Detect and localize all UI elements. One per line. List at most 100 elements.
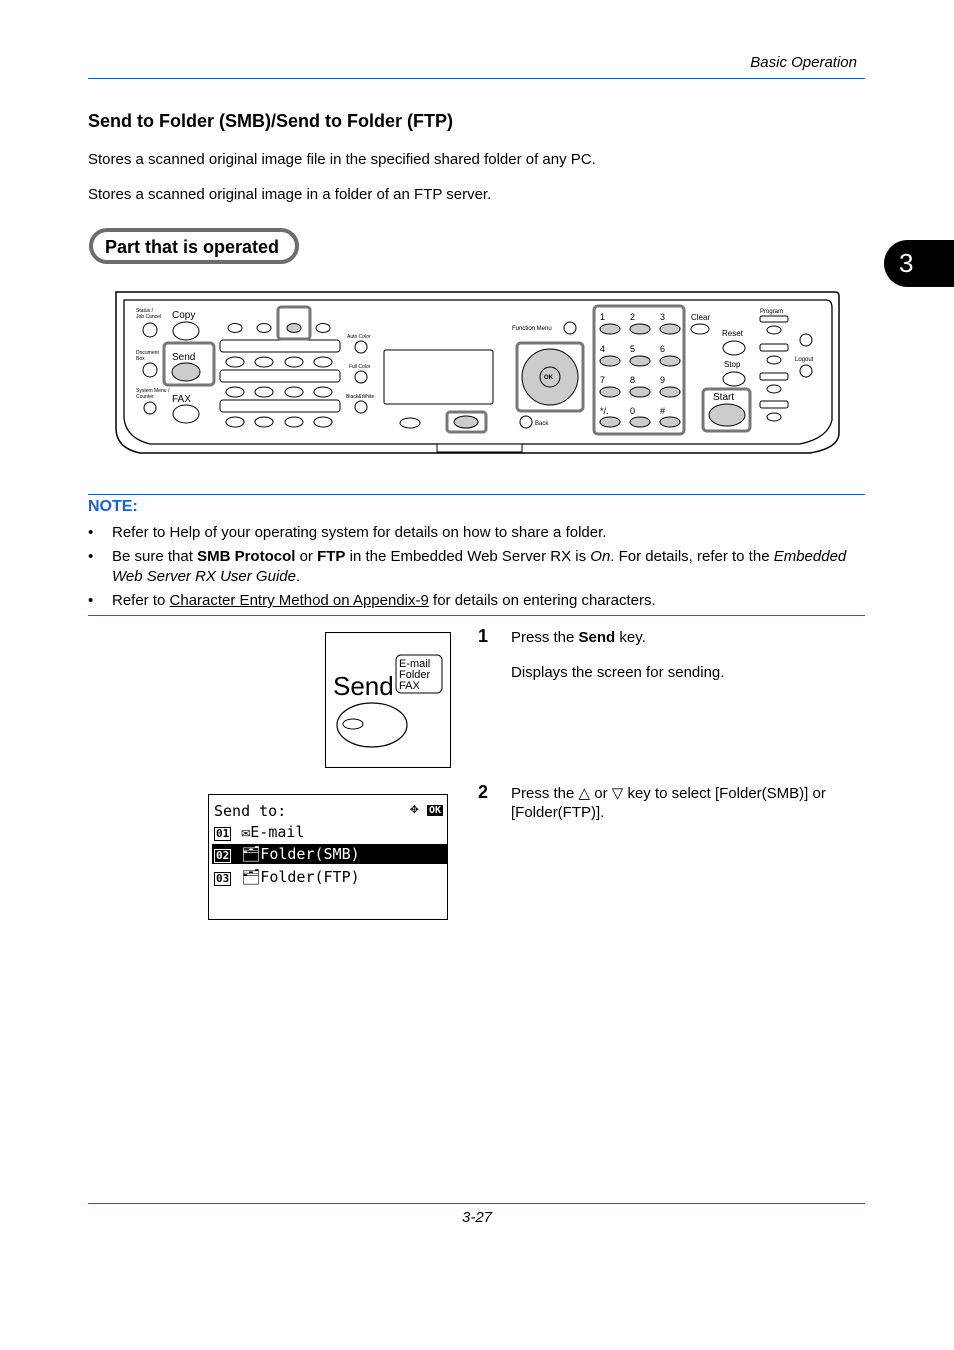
- reset-label: Reset: [722, 329, 744, 338]
- note-item: • Be sure that SMB Protocol or FTP in th…: [88, 547, 865, 587]
- svg-text:Black&White: Black&White: [346, 394, 375, 400]
- stop-label: Stop: [724, 360, 741, 369]
- lcd-item-label: Folder(FTP): [260, 868, 360, 886]
- status-job-cancel-key: [142, 322, 158, 338]
- svg-text:0: 0: [630, 406, 635, 416]
- note-text-fragment: FTP: [317, 548, 346, 565]
- note-text-fragment: On: [590, 548, 611, 565]
- one-touch-keys: [219, 305, 341, 428]
- envelope-icon: ✉: [241, 823, 251, 841]
- note-text-fragment: for details on entering characters.: [428, 592, 656, 609]
- note-text-fragment: Refer to Help of your operating system f…: [112, 524, 607, 541]
- step-detail: Displays the screen for sending.: [511, 664, 725, 681]
- svg-text:Job Cancel: Job Cancel: [136, 314, 161, 320]
- energy-saver-key: [799, 333, 813, 347]
- lcd-screen: Send to: ✥ OK 01 ✉E-mail 02 🗂Folder(SMB) 0…: [208, 794, 448, 920]
- note-item-text: Refer to Help of your operating system f…: [112, 523, 852, 543]
- part-operated-label: Part that is operated: [89, 228, 299, 264]
- note-bottom-rule: [88, 615, 865, 616]
- fax-key: [172, 404, 200, 424]
- lcd-item-selected[interactable]: 02 🗂Folder(SMB): [212, 844, 447, 864]
- svg-text:4: 4: [600, 344, 605, 354]
- svg-text:8: 8: [630, 375, 635, 385]
- function-menu-label: Function Menu: [512, 326, 552, 332]
- note-item-text: Be sure that SMB Protocol or FTP in the …: [112, 547, 852, 587]
- note-text-fragment: .: [295, 568, 301, 585]
- back-label: Back: [535, 421, 549, 427]
- step-text-post: key.: [615, 629, 646, 646]
- note-text-fragment: Refer to: [112, 592, 170, 609]
- send-key-indicator: [342, 718, 364, 730]
- send-key: [171, 362, 201, 382]
- step-text: Press the Send key.: [511, 628, 861, 647]
- svg-text:5: 5: [630, 344, 635, 354]
- running-header: Basic Operation: [750, 54, 857, 71]
- logout-key: [799, 364, 813, 378]
- left-select-key: [399, 417, 421, 429]
- svg-text:2: 2: [630, 312, 635, 322]
- svg-text:OK: OK: [544, 375, 554, 381]
- intro-paragraph-2: Stores a scanned original image in a fol…: [88, 186, 492, 203]
- copy-label: Copy: [172, 310, 195, 321]
- folder-ftp-icon: 🗂: [241, 868, 261, 886]
- lcd-item-number: 02: [214, 849, 232, 863]
- header-rule: [88, 78, 865, 79]
- svg-text:3: 3: [660, 312, 665, 322]
- note-item: • Refer to Character Entry Method on App…: [88, 591, 865, 611]
- chapter-tab: 3: [884, 240, 954, 287]
- step-number: 1: [478, 626, 489, 646]
- svg-text:Auto Color: Auto Color: [347, 334, 371, 340]
- part-operated-text: Part that is operated: [105, 237, 280, 257]
- step-number: 2: [478, 782, 489, 802]
- logout-label: Logout: [795, 357, 814, 363]
- chapter-number: 3: [899, 248, 914, 278]
- copy-key: [172, 321, 200, 341]
- svg-text:1: 1: [600, 312, 605, 322]
- color-keys: Auto Color Full Color Black&White: [346, 334, 375, 414]
- note-text-fragment: or: [295, 548, 318, 565]
- send-key-illustration: Send E-mail Folder FAX: [325, 632, 451, 768]
- note-title: NOTE:: [88, 498, 138, 515]
- mode-keys: Copy Send FAX: [162, 310, 216, 424]
- cross-reference-link[interactable]: Character Entry Method on Appendix-9: [170, 592, 429, 609]
- operation-panel-diagram: Status / Job Cancel Document Box System …: [115, 291, 840, 454]
- up-down-arrow-icon: ✥: [410, 801, 419, 817]
- bullet: •: [88, 592, 94, 609]
- send-label: Send: [172, 352, 195, 363]
- lcd-item-number: 01: [214, 827, 232, 841]
- start-label: Start: [713, 392, 734, 403]
- note-item: • Refer to Help of your operating system…: [88, 523, 865, 543]
- right-select-key: [453, 415, 479, 429]
- step-key-name: Send: [578, 629, 616, 646]
- svg-text:Counter: Counter: [136, 394, 154, 400]
- back-key: [519, 415, 533, 429]
- lcd-item-number: 03: [214, 872, 232, 886]
- bullet: •: [88, 524, 94, 541]
- note-text-fragment: in the Embedded Web Server RX is: [345, 548, 591, 565]
- page-number: 3-27: [462, 1209, 493, 1226]
- lcd-item[interactable]: 03 🗂Folder(FTP): [214, 867, 360, 887]
- svg-text:Full Color: Full Color: [349, 364, 371, 370]
- step-text-pre: Press the: [511, 629, 579, 646]
- svg-text:*/.: */.: [600, 406, 609, 416]
- svg-text:Box: Box: [136, 356, 145, 362]
- numeric-keypad: 1 2 3 4 5 6 7 8 9 */. 0 #: [592, 304, 686, 436]
- fax-label: FAX: [172, 394, 191, 405]
- svg-text:9: 9: [660, 375, 665, 385]
- lcd-item-label: Folder(SMB): [260, 845, 360, 863]
- svg-text:7: 7: [600, 375, 605, 385]
- bullet: •: [88, 548, 94, 565]
- stop-key: [722, 371, 746, 387]
- lcd-item-label: E-mail: [250, 823, 305, 841]
- note-top-rule: [88, 494, 865, 495]
- step-text: Press the △ or ▽ key to select [Folder(S…: [511, 785, 826, 821]
- function-menu-key: [563, 321, 577, 335]
- start-key: [708, 403, 746, 427]
- folder-smb-icon: 🗂: [241, 845, 261, 863]
- note-item-text: Refer to Character Entry Method on Appen…: [112, 591, 852, 611]
- clear-label: Clear: [691, 313, 710, 322]
- footer-rule: [88, 1203, 865, 1204]
- lcd-item[interactable]: 01 ✉E-mail: [214, 822, 304, 842]
- program-label: Program: [760, 309, 783, 315]
- send-key-label: Send: [333, 671, 394, 701]
